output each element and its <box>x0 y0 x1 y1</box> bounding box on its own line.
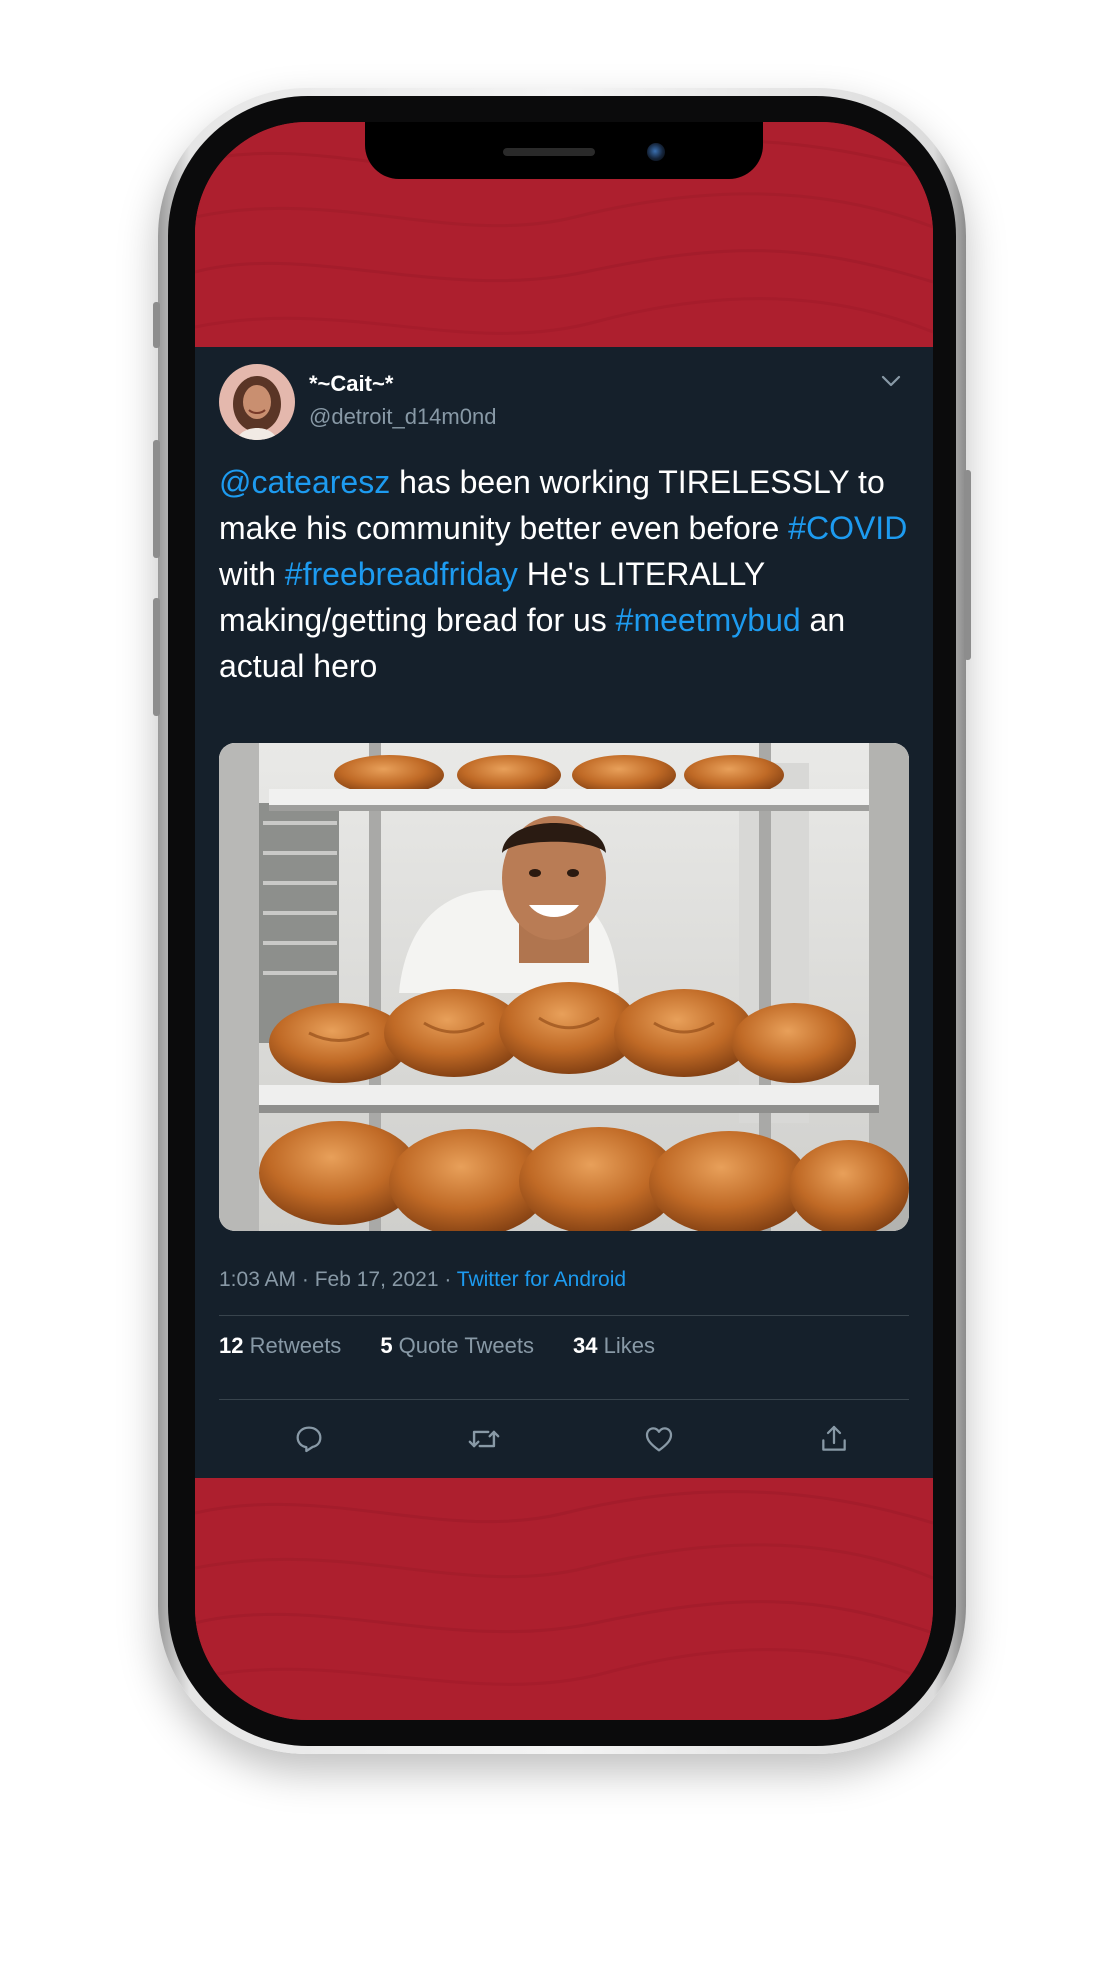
reply-button[interactable] <box>287 1417 331 1461</box>
volume-down-button <box>153 598 160 716</box>
display-name[interactable]: *~Cait~* <box>309 371 393 397</box>
quote-tweets-label: Quote Tweets <box>392 1333 535 1358</box>
phone-screen: *~Cait~* @detroit_d14m0nd @catearesz has… <box>195 122 933 1720</box>
quote-tweets-stat[interactable]: 5 Quote Tweets <box>380 1333 534 1359</box>
divider <box>219 1315 909 1316</box>
tweet-text-part: with <box>219 556 285 592</box>
tweet-stats: 12 Retweets 5 Quote Tweets 34 Likes <box>219 1333 694 1359</box>
mention-link[interactable]: @catearesz <box>219 464 390 500</box>
likes-count: 34 <box>573 1333 598 1358</box>
divider <box>219 1399 909 1400</box>
like-button[interactable] <box>637 1417 681 1461</box>
power-button <box>964 470 971 660</box>
reply-icon <box>296 1426 322 1453</box>
hashtag-covid-link[interactable]: #COVID <box>788 510 907 546</box>
front-camera <box>647 143 665 161</box>
chevron-down-icon[interactable] <box>879 369 903 393</box>
hashtag-freebreadfriday-link[interactable]: #freebreadfriday <box>285 556 518 592</box>
tweet-photo[interactable] <box>219 743 909 1231</box>
speaker-grille <box>503 148 595 156</box>
likes-label: Likes <box>597 1333 655 1358</box>
share-icon <box>822 1425 846 1451</box>
tweet-text: @catearesz has been working TIRELESSLY t… <box>219 459 919 689</box>
tweet-source-link[interactable]: Twitter for Android <box>457 1268 626 1291</box>
avatar[interactable] <box>219 364 295 440</box>
meta-separator: · <box>438 1268 457 1291</box>
retweets-label: Retweets <box>243 1333 342 1358</box>
red-background-bottom <box>195 1478 933 1720</box>
like-icon <box>645 1427 673 1452</box>
share-button[interactable] <box>812 1417 856 1461</box>
likes-stat[interactable]: 34 Likes <box>573 1333 655 1359</box>
retweets-stat[interactable]: 12 Retweets <box>219 1333 341 1359</box>
phone-notch <box>365 122 763 179</box>
volume-up-button <box>153 440 160 558</box>
tweet-date: Feb 17, 2021 <box>314 1268 439 1291</box>
retweet-icon <box>468 1430 500 1448</box>
retweets-count: 12 <box>219 1333 244 1358</box>
mute-switch <box>153 302 160 348</box>
tweet-time: 1:03 AM <box>219 1268 297 1291</box>
tweet-metadata: 1:03 AM · Feb 17, 2021 · Twitter for And… <box>219 1268 626 1292</box>
hashtag-meetmybud-link[interactable]: #meetmybud <box>616 602 801 638</box>
tweet-card[interactable]: *~Cait~* @detroit_d14m0nd @catearesz has… <box>195 347 933 1478</box>
user-handle[interactable]: @detroit_d14m0nd <box>309 404 496 430</box>
retweet-button[interactable] <box>462 1417 506 1461</box>
quote-tweets-count: 5 <box>380 1333 393 1358</box>
meta-separator: · <box>296 1268 315 1291</box>
